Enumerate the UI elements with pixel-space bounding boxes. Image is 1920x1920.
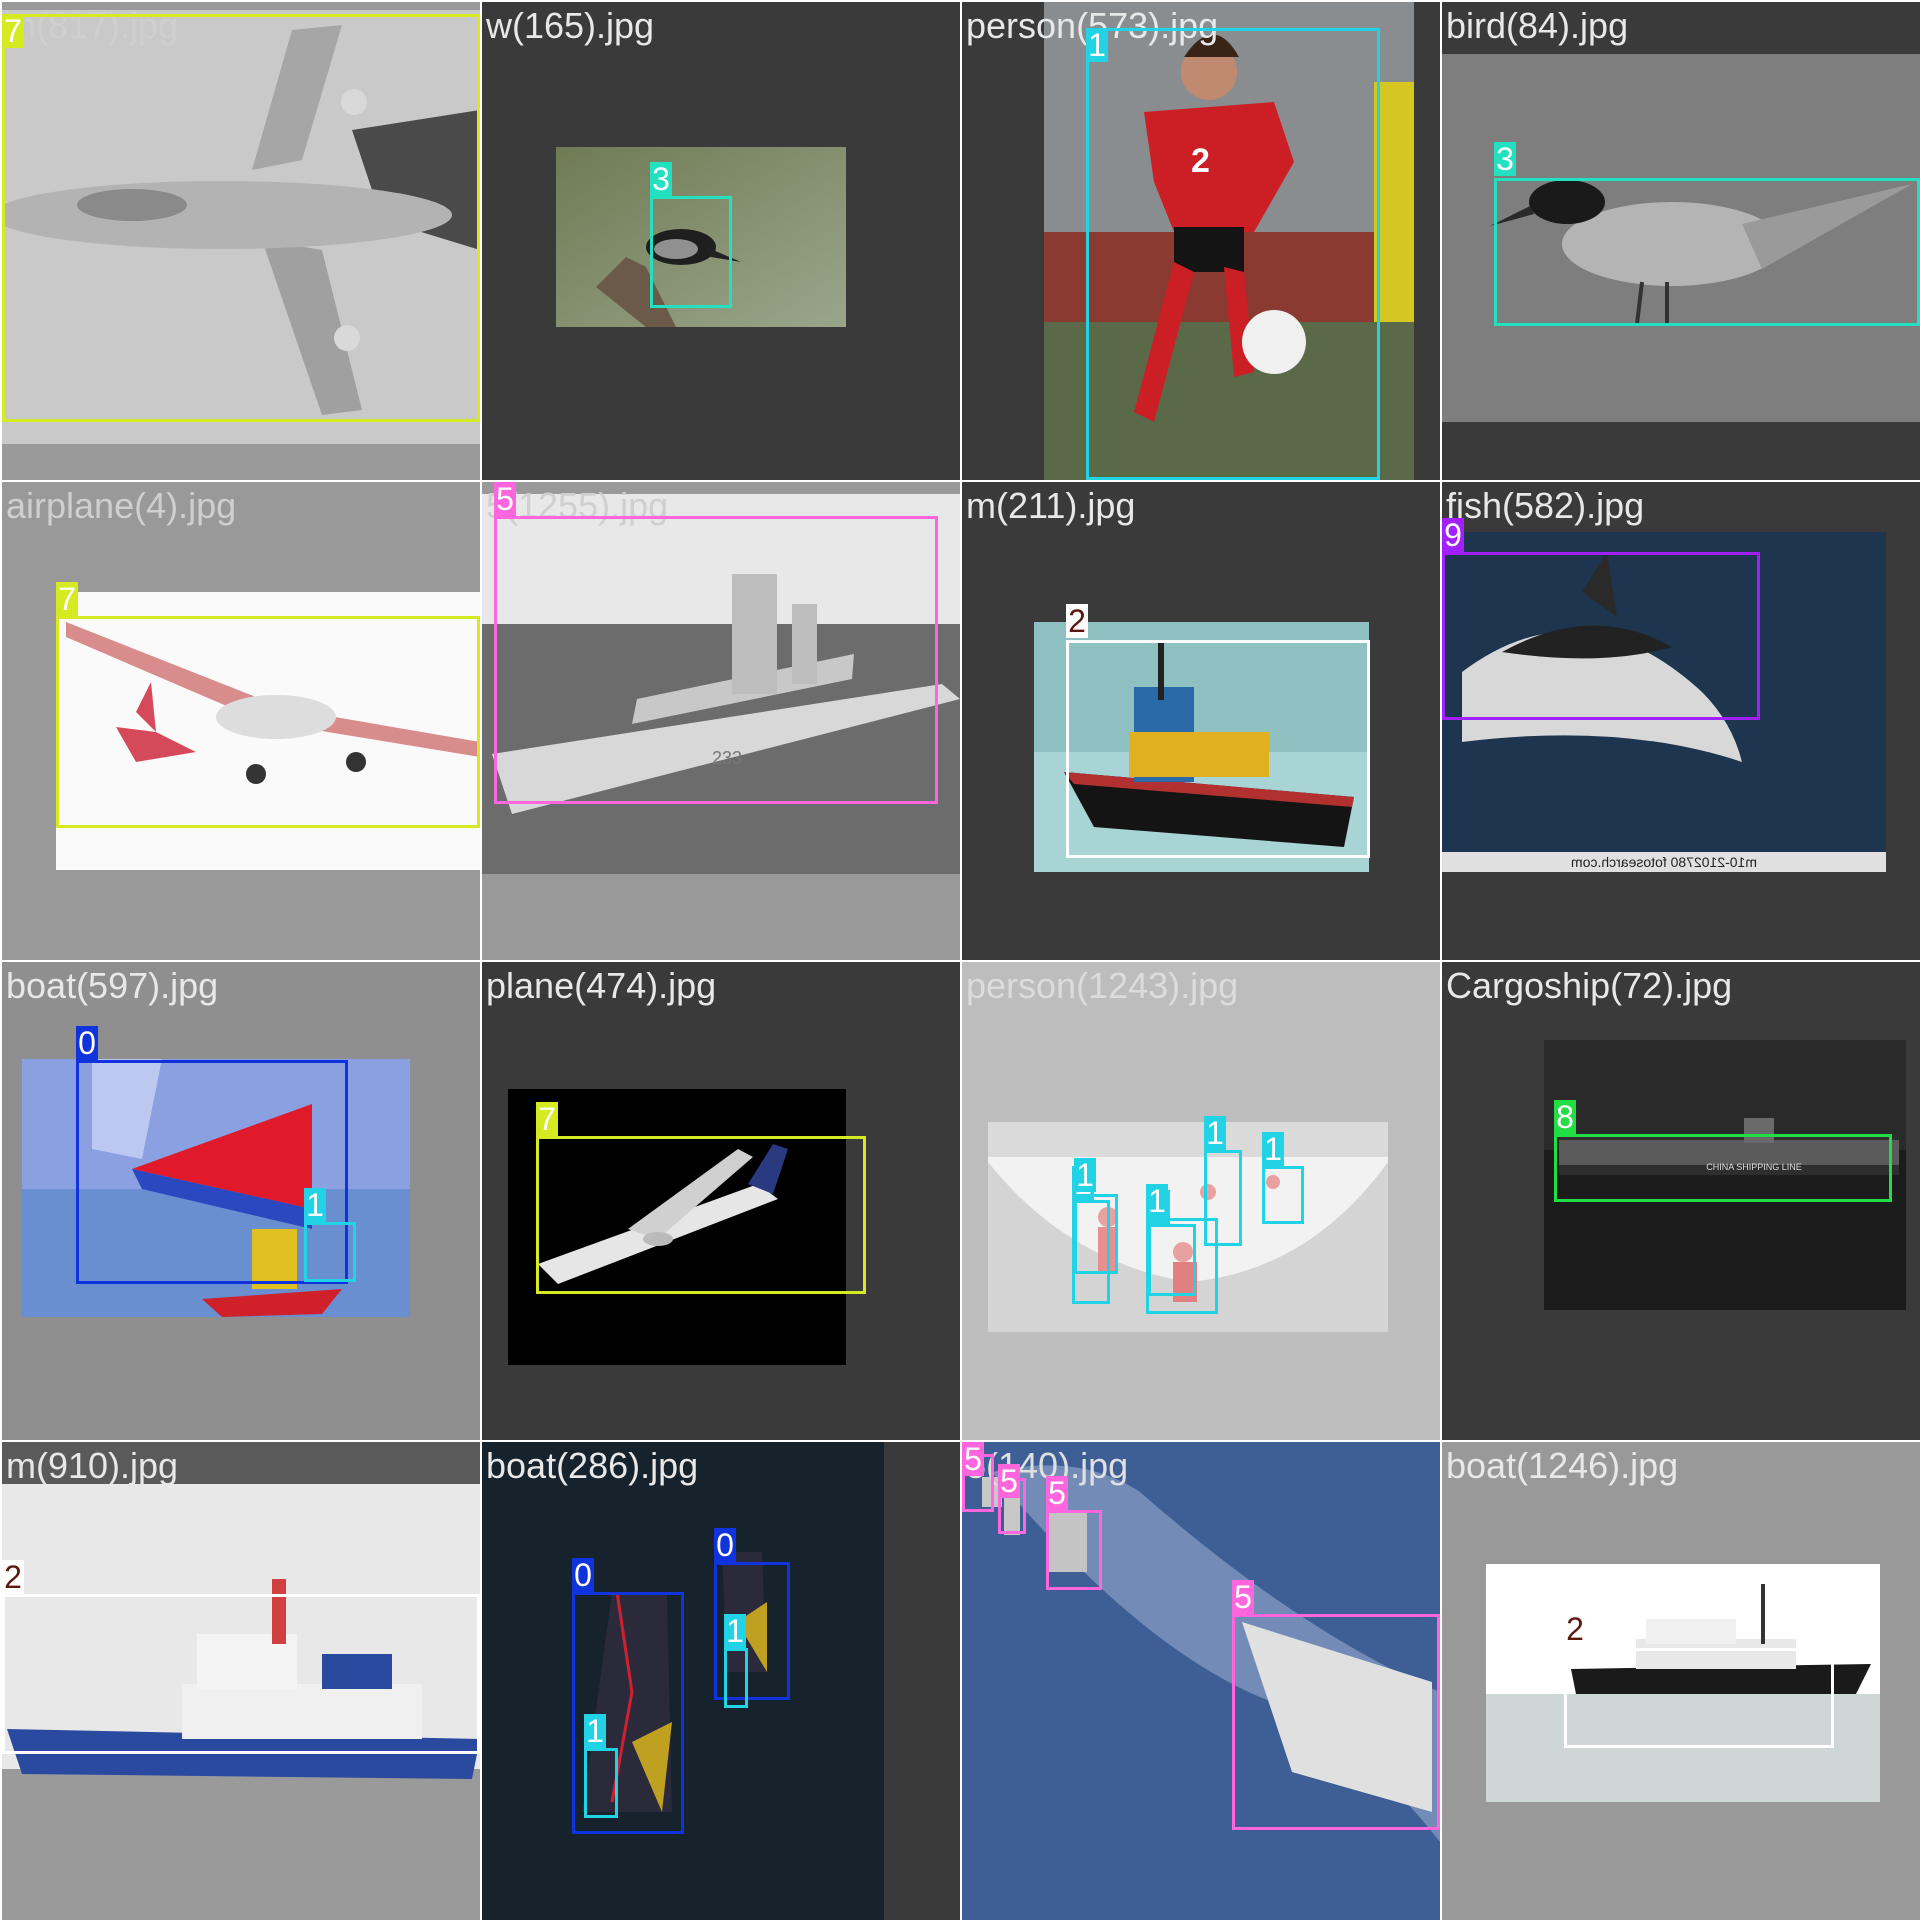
- detection-box: [1494, 178, 1920, 326]
- class-id-tag: 0: [572, 1558, 594, 1592]
- detection-box: [2, 1594, 480, 1754]
- tile-filename: w(165).jpg: [486, 5, 655, 46]
- class-id-tag: 2: [1066, 604, 1088, 638]
- tile-filename: m(910).jpg: [6, 1445, 179, 1486]
- detection-box: [584, 1748, 618, 1818]
- class-id-tag: 3: [1494, 142, 1516, 176]
- tile-propplane: airplane(4).jpg 7: [2, 482, 480, 960]
- class-id-tag: 1: [1074, 1158, 1096, 1192]
- class-id-tag: 1: [1262, 1132, 1284, 1166]
- tile-skatepark: person(1243).jpg111111: [962, 962, 1440, 1440]
- class-id-tag: 1: [724, 1614, 746, 1648]
- tile-filename: fish(582).jpg: [1446, 485, 1645, 526]
- detection-box: [1066, 640, 1370, 858]
- tile-filename: boat(1246).jpg: [1446, 1445, 1679, 1486]
- class-id-tag: 7: [56, 582, 78, 616]
- class-id-tag: 5: [1046, 1476, 1068, 1510]
- tile-fleet: 5(140).jpg 5 5 5 5: [962, 1442, 1440, 1920]
- detection-box: [56, 616, 480, 828]
- class-id-tag: 5: [494, 482, 516, 516]
- tile-yacht: boat(1246).jpg 2: [1442, 1442, 1920, 1920]
- detection-box: [1564, 1648, 1834, 1748]
- tile-tern: bird(84).jpg 3: [1442, 2, 1920, 480]
- class-id-tag: 5: [1232, 1580, 1254, 1614]
- tile-jet: m(817).jpg 7: [2, 2, 480, 480]
- tile-sailboat: boat(597).jpg 0 1: [2, 962, 480, 1440]
- tile-tug: m(211).jpg 2: [962, 482, 1440, 960]
- tile-filename: boat(597).jpg: [6, 965, 219, 1006]
- class-id-tag: 1: [1146, 1184, 1168, 1218]
- tile-soccer: 2 person(573).jpg 1: [962, 2, 1440, 480]
- detection-box: [536, 1136, 866, 1294]
- detection-box: [1442, 552, 1760, 720]
- class-id-tag: 8: [1554, 1100, 1576, 1134]
- class-id-tag: 0: [76, 1026, 98, 1060]
- detection-box: [650, 196, 732, 308]
- class-id-tag: 2: [1564, 1612, 1586, 1646]
- detection-box: [1074, 1194, 1118, 1274]
- class-id-tag: 1: [584, 1714, 606, 1748]
- detection-mosaic: m(817).jpg 7 w(165).jpg 3 2 person(573).…: [0, 0, 1920, 1920]
- detection-box: [1046, 1510, 1102, 1590]
- dolphin-watermark: m10-2102780 fotosearch.com: [1571, 854, 1757, 870]
- tile-filename: airplane(4).jpg: [6, 485, 237, 526]
- tile-airliner: plane(474).jpg 7: [482, 962, 960, 1440]
- tile-dolphin: m10-2102780 fotosearch.com fish(582).jpg…: [1442, 482, 1920, 960]
- tile-filename: person(1243).jpg: [966, 965, 1239, 1006]
- class-id-tag: 5: [962, 1442, 984, 1476]
- tile-filename: bird(84).jpg: [1446, 5, 1629, 46]
- detection-box: [1086, 28, 1380, 480]
- detection-box: [2, 14, 480, 422]
- detection-box: [494, 516, 938, 804]
- tile-filename: m(211).jpg: [966, 485, 1136, 526]
- class-id-tag: 7: [536, 1102, 558, 1136]
- tile-cargo: CHINA SHIPPING LINE Cargoship(72).jpg 8: [1442, 962, 1920, 1440]
- detection-box: [1262, 1166, 1304, 1224]
- tile-tug2: m(910).jpg 2: [2, 1442, 480, 1920]
- tile-filename: Cargoship(72).jpg: [1446, 965, 1733, 1006]
- class-id-tag: 5: [998, 1464, 1020, 1498]
- class-id-tag: 0: [714, 1528, 736, 1562]
- tile-warship: 233 5(1255).jpg 5: [482, 482, 960, 960]
- class-id-tag: 9: [1442, 518, 1464, 552]
- class-id-tag: 1: [1086, 28, 1108, 62]
- detection-box: [1232, 1614, 1440, 1830]
- detection-box: [724, 1648, 748, 1708]
- class-id-tag: 7: [2, 14, 24, 48]
- tile-bird-branch: w(165).jpg 3: [482, 2, 960, 480]
- detection-box: [304, 1222, 356, 1282]
- class-id-tag: 2: [2, 1560, 24, 1594]
- tile-windsurf: boat(286).jpg 0 1 0 1: [482, 1442, 960, 1920]
- class-id-tag: 3: [650, 162, 672, 196]
- tile-filename: plane(474).jpg: [486, 965, 717, 1006]
- class-id-tag: 1: [1204, 1116, 1226, 1150]
- detection-box: [1554, 1134, 1892, 1202]
- class-id-tag: 1: [304, 1188, 326, 1222]
- detection-box: [1204, 1150, 1242, 1246]
